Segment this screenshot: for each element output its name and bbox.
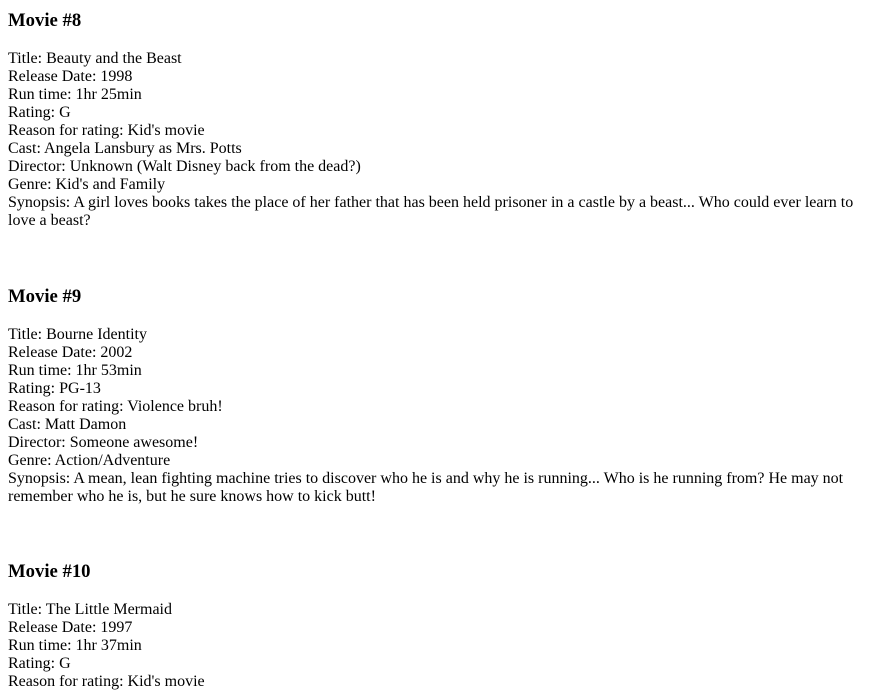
movie-rating-reason: Reason for rating: Kid's movie bbox=[8, 673, 205, 690]
movie-synopsis: Synopsis: A girl loves books takes the p… bbox=[8, 194, 854, 229]
movie-rating: Rating: G bbox=[8, 655, 71, 672]
movie-genre: Genre: Kid's and Family bbox=[8, 176, 166, 193]
movie-rating-reason: Reason for rating: Kid's movie bbox=[8, 122, 205, 139]
movie-heading: Movie #10 bbox=[8, 561, 91, 582]
movie-cast: Cast: Angela Lansbury as Mrs. Potts bbox=[8, 140, 242, 157]
movie-run-time: Run time: 1hr 25min bbox=[8, 86, 142, 103]
movie-run-time: Run time: 1hr 37min bbox=[8, 637, 142, 654]
movie-run-time: Run time: 1hr 53min bbox=[8, 362, 142, 379]
movie-rating: Rating: G bbox=[8, 104, 71, 121]
movie-details: Title: Beauty and the Beast Release Date… bbox=[8, 50, 862, 230]
movie-details: Title: Bourne Identity Release Date: 200… bbox=[8, 326, 862, 506]
movie-rating: Rating: PG-13 bbox=[8, 380, 101, 397]
movie-synopsis: Synopsis: A mean, lean fighting machine … bbox=[8, 470, 844, 505]
movie-section: Movie #9 Title: Bourne Identity Release … bbox=[8, 286, 862, 506]
movie-release-date: Release Date: 2002 bbox=[8, 344, 133, 361]
movie-rating-reason: Reason for rating: Violence bruh! bbox=[8, 398, 223, 415]
movie-director: Director: Someone awesome! bbox=[8, 434, 199, 451]
movie-heading: Movie #8 bbox=[8, 10, 82, 31]
movie-title: Title: Beauty and the Beast bbox=[8, 50, 182, 67]
movie-release-date: Release Date: 1997 bbox=[8, 619, 133, 636]
movie-release-date: Release Date: 1998 bbox=[8, 68, 133, 85]
movie-section: Movie #10 Title: The Little Mermaid Rele… bbox=[8, 561, 862, 691]
movie-heading: Movie #9 bbox=[8, 286, 82, 307]
movie-title: Title: Bourne Identity bbox=[8, 326, 147, 343]
movie-cast: Cast: Matt Damon bbox=[8, 416, 127, 433]
movie-details: Title: The Little Mermaid Release Date: … bbox=[8, 601, 862, 691]
movie-section: Movie #8 Title: Beauty and the Beast Rel… bbox=[8, 10, 862, 230]
page: Movie #8 Title: Beauty and the Beast Rel… bbox=[0, 0, 870, 698]
movie-genre: Genre: Action/Adventure bbox=[8, 452, 171, 469]
movie-director: Director: Unknown (Walt Disney back from… bbox=[8, 158, 361, 175]
movie-title: Title: The Little Mermaid bbox=[8, 601, 172, 618]
